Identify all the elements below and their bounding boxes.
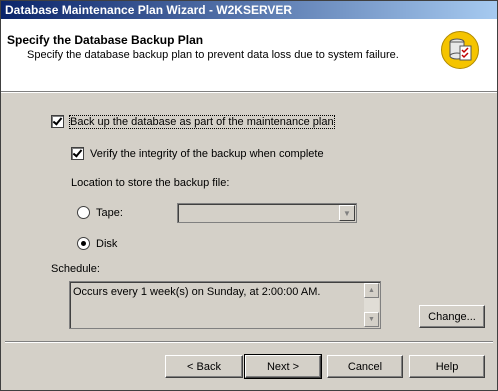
tape-option[interactable]: Tape: <box>77 206 123 219</box>
tape-radio[interactable] <box>77 206 90 219</box>
schedule-textbox[interactable]: Occurs every 1 week(s) on Sunday, at 2:0… <box>69 281 381 329</box>
help-button[interactable]: Help <box>409 355 485 378</box>
wizard-window: Database Maintenance Plan Wizard - W2KSE… <box>0 0 498 391</box>
wizard-header: Specify the Database Backup Plan Specify… <box>1 19 497 92</box>
tape-label: Tape: <box>96 206 123 219</box>
page-title: Specify the Database Backup Plan <box>7 33 204 47</box>
schedule-scrollbar[interactable]: ▲ ▼ <box>364 283 379 327</box>
database-checklist-icon <box>441 31 479 69</box>
footer-divider <box>5 341 493 343</box>
scroll-down-icon[interactable]: ▼ <box>364 312 379 327</box>
location-label: Location to store the backup file: <box>71 177 230 189</box>
verify-integrity-checkbox[interactable] <box>71 147 84 160</box>
change-schedule-button[interactable]: Change... <box>419 305 485 328</box>
chevron-down-icon[interactable]: ▼ <box>339 205 355 221</box>
header-divider <box>1 92 497 93</box>
verify-integrity-option[interactable]: Verify the integrity of the backup when … <box>71 147 324 160</box>
schedule-label: Schedule: <box>51 263 100 275</box>
back-button[interactable]: < Back <box>165 355 243 378</box>
page-subtitle: Specify the database backup plan to prev… <box>27 49 399 61</box>
title-bar[interactable]: Database Maintenance Plan Wizard - W2KSE… <box>1 1 497 19</box>
scroll-up-icon[interactable]: ▲ <box>364 283 379 298</box>
backup-database-option[interactable]: Back up the database as part of the main… <box>51 114 335 129</box>
schedule-text: Occurs every 1 week(s) on Sunday, at 2:0… <box>73 286 321 298</box>
tape-device-select[interactable]: ▼ <box>177 203 357 223</box>
cancel-button[interactable]: Cancel <box>327 355 403 378</box>
window-title: Database Maintenance Plan Wizard - W2KSE… <box>5 3 293 17</box>
disk-label: Disk <box>96 237 118 250</box>
verify-integrity-label: Verify the integrity of the backup when … <box>90 147 324 160</box>
disk-option[interactable]: Disk <box>77 237 117 250</box>
backup-database-checkbox[interactable] <box>51 115 64 128</box>
next-button[interactable]: Next > <box>244 354 322 379</box>
backup-database-label: Back up the database as part of the main… <box>69 114 335 129</box>
disk-radio[interactable] <box>77 237 90 250</box>
